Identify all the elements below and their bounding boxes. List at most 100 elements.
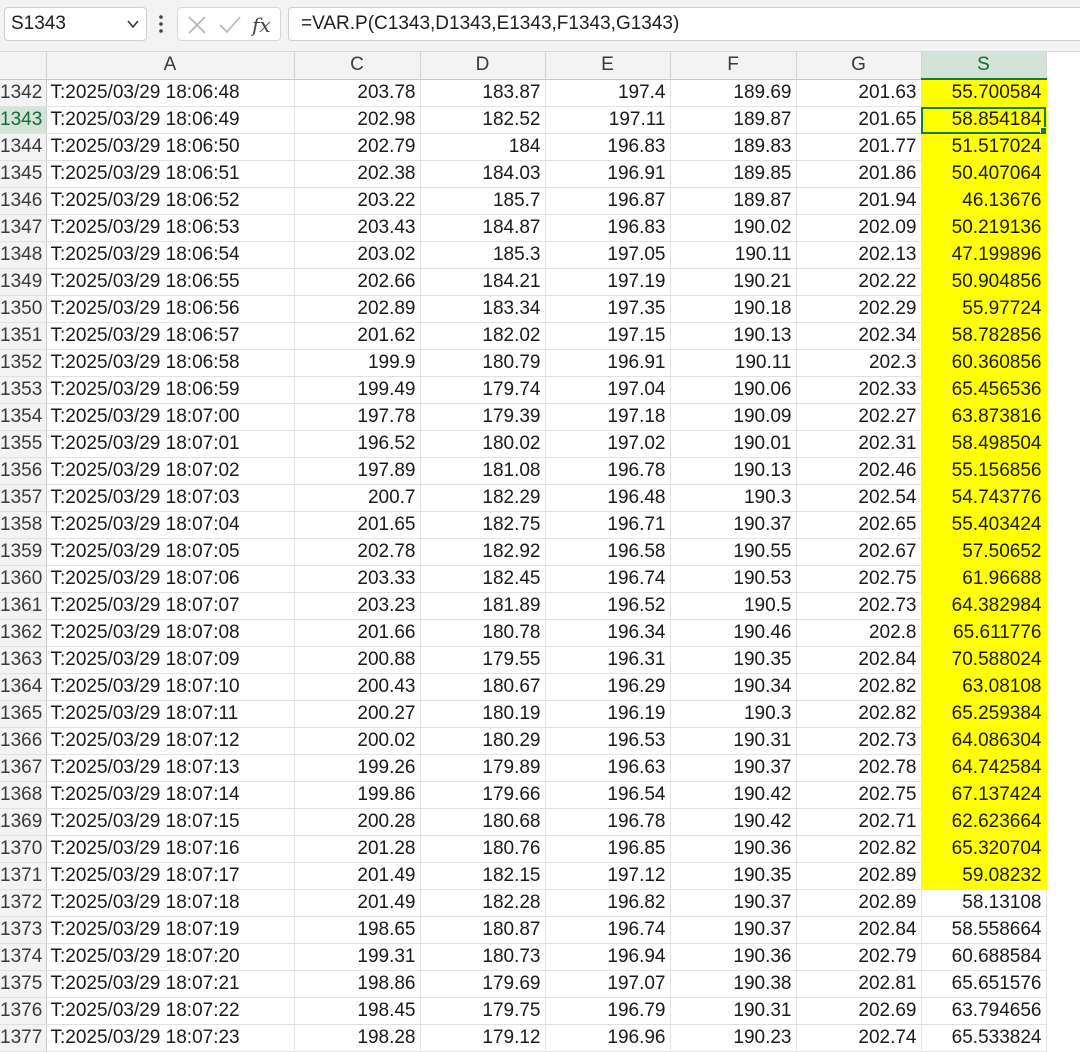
cell-f[interactable]: 190.13 — [670, 322, 797, 350]
cell-e[interactable]: 196.53 — [545, 727, 671, 755]
cell-d[interactable]: 182.28 — [420, 889, 546, 917]
cell-f[interactable]: 189.87 — [670, 187, 797, 215]
cell-f[interactable]: 190.37 — [670, 916, 797, 944]
cell-c[interactable]: 200.28 — [294, 808, 421, 836]
row-header[interactable]: 1357 — [0, 484, 47, 512]
confirm-check-icon[interactable] — [218, 14, 242, 36]
cell-g[interactable]: 202.75 — [796, 781, 922, 809]
cell-f[interactable]: 190.53 — [670, 565, 797, 593]
cell-e[interactable]: 196.96 — [545, 1024, 671, 1052]
cell-s[interactable]: 67.137424 — [921, 781, 1047, 809]
cell-e[interactable]: 196.19 — [545, 700, 671, 728]
cell-c[interactable]: 197.78 — [294, 403, 421, 431]
cell-s[interactable]: 63.873816 — [921, 403, 1047, 431]
cell-f[interactable]: 190.21 — [670, 268, 797, 296]
cell-d[interactable]: 180.79 — [420, 349, 546, 377]
cell-a[interactable]: T:2025/03/29 18:07:13 — [46, 754, 295, 782]
cell-c[interactable]: 202.89 — [294, 295, 421, 323]
cell-e[interactable]: 197.04 — [545, 376, 671, 404]
cell-f[interactable]: 190.11 — [670, 349, 797, 377]
cell-c[interactable]: 203.23 — [294, 592, 421, 620]
cell-g[interactable]: 202.71 — [796, 808, 922, 836]
cell-f[interactable]: 190.46 — [670, 619, 797, 647]
cell-a[interactable]: T:2025/03/29 18:07:04 — [46, 511, 295, 539]
row-header[interactable]: 1347 — [0, 214, 47, 242]
cell-c[interactable]: 202.78 — [294, 538, 421, 566]
cell-f[interactable]: 190.35 — [670, 646, 797, 674]
cell-g[interactable]: 202.67 — [796, 538, 922, 566]
column-header-g[interactable]: G — [796, 52, 922, 80]
row-header[interactable]: 1370 — [0, 835, 47, 863]
cell-g[interactable]: 202.82 — [796, 835, 922, 863]
cell-g[interactable]: 202.84 — [796, 646, 922, 674]
cell-e[interactable]: 196.63 — [545, 754, 671, 782]
cell-d[interactable]: 182.02 — [420, 322, 546, 350]
row-header[interactable]: 1351 — [0, 322, 47, 350]
cell-d[interactable]: 180.29 — [420, 727, 546, 755]
column-header-a[interactable]: A — [46, 52, 295, 80]
cell-d[interactable]: 182.45 — [420, 565, 546, 593]
row-header[interactable]: 1348 — [0, 241, 47, 269]
cell-f[interactable]: 190.5 — [670, 592, 797, 620]
row-header[interactable]: 1359 — [0, 538, 47, 566]
row-header[interactable]: 1356 — [0, 457, 47, 485]
cell-c[interactable]: 203.43 — [294, 214, 421, 242]
cell-g[interactable]: 202.31 — [796, 430, 922, 458]
cell-e[interactable]: 196.83 — [545, 214, 671, 242]
cell-d[interactable]: 179.66 — [420, 781, 546, 809]
cell-s[interactable]: 50.407064 — [921, 160, 1047, 188]
row-header[interactable]: 1350 — [0, 295, 47, 323]
cell-s[interactable]: 65.611776 — [921, 619, 1047, 647]
cell-s[interactable]: 64.382984 — [921, 592, 1047, 620]
row-header[interactable]: 1346 — [0, 187, 47, 215]
cell-g[interactable]: 202.73 — [796, 592, 922, 620]
column-header-s[interactable]: S — [921, 52, 1047, 80]
cell-g[interactable]: 202.46 — [796, 457, 922, 485]
cell-e[interactable]: 196.79 — [545, 997, 671, 1025]
row-header[interactable]: 1344 — [0, 133, 47, 161]
cell-f[interactable]: 190.02 — [670, 214, 797, 242]
cell-d[interactable]: 180.19 — [420, 700, 546, 728]
cell-c[interactable]: 198.86 — [294, 970, 421, 998]
cell-e[interactable]: 196.48 — [545, 484, 671, 512]
cell-g[interactable]: 202.73 — [796, 727, 922, 755]
cell-e[interactable]: 196.34 — [545, 619, 671, 647]
row-header[interactable]: 1373 — [0, 916, 47, 944]
cell-e[interactable]: 197.19 — [545, 268, 671, 296]
cell-d[interactable]: 183.34 — [420, 295, 546, 323]
cell-d[interactable]: 179.55 — [420, 646, 546, 674]
cell-e[interactable]: 197.15 — [545, 322, 671, 350]
cell-f[interactable]: 190.37 — [670, 754, 797, 782]
cell-f[interactable]: 190.36 — [670, 943, 797, 971]
cell-f[interactable]: 190.31 — [670, 997, 797, 1025]
cell-d[interactable]: 182.15 — [420, 862, 546, 890]
row-header[interactable]: 1355 — [0, 430, 47, 458]
cell-f[interactable]: 190.01 — [670, 430, 797, 458]
cell-d[interactable]: 179.12 — [420, 1024, 546, 1052]
cell-a[interactable]: T:2025/03/29 18:07:10 — [46, 673, 295, 701]
cell-g[interactable]: 202.65 — [796, 511, 922, 539]
cell-s[interactable]: 65.320704 — [921, 835, 1047, 863]
cell-f[interactable]: 190.37 — [670, 511, 797, 539]
cell-d[interactable]: 179.69 — [420, 970, 546, 998]
cell-d[interactable]: 182.75 — [420, 511, 546, 539]
cell-d[interactable]: 181.08 — [420, 457, 546, 485]
cell-c[interactable]: 200.43 — [294, 673, 421, 701]
cell-e[interactable]: 196.52 — [545, 592, 671, 620]
cell-d[interactable]: 184 — [420, 133, 546, 161]
cell-e[interactable]: 197.02 — [545, 430, 671, 458]
fx-function-icon[interactable]: fx — [250, 12, 276, 38]
cell-s[interactable]: 51.517024 — [921, 133, 1047, 161]
cell-a[interactable]: T:2025/03/29 18:07:12 — [46, 727, 295, 755]
cell-a[interactable]: T:2025/03/29 18:07:02 — [46, 457, 295, 485]
cell-g[interactable]: 202.79 — [796, 943, 922, 971]
cell-g[interactable]: 202.82 — [796, 673, 922, 701]
cell-e[interactable]: 196.29 — [545, 673, 671, 701]
cell-a[interactable]: T:2025/03/29 18:07:00 — [46, 403, 295, 431]
cell-g[interactable]: 202.29 — [796, 295, 922, 323]
cell-a[interactable]: T:2025/03/29 18:07:01 — [46, 430, 295, 458]
cell-s[interactable]: 65.651576 — [921, 970, 1047, 998]
cell-a[interactable]: T:2025/03/29 18:07:03 — [46, 484, 295, 512]
cell-f[interactable]: 189.85 — [670, 160, 797, 188]
cell-a[interactable]: T:2025/03/29 18:06:54 — [46, 241, 295, 269]
